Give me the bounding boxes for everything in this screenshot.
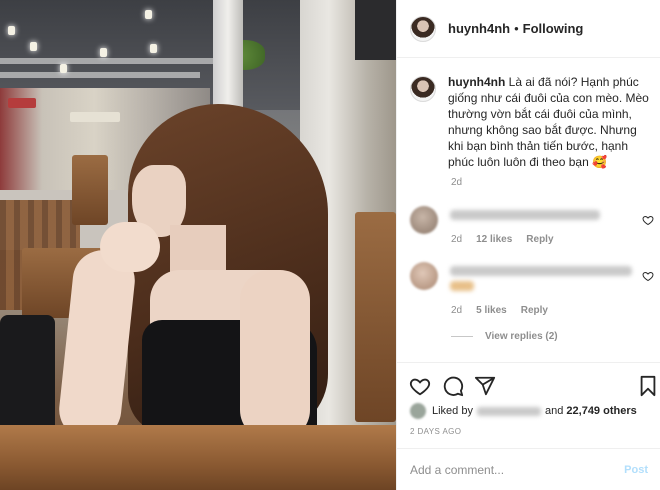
post-caption: huynh4nh Là ai đã nói? Hạnh phúc giống n… (410, 74, 654, 170)
comment-timestamp[interactable]: 2d (451, 234, 462, 245)
photo-ceiling-band (0, 58, 230, 64)
commenter-avatar[interactable] (410, 262, 438, 290)
following-button[interactable]: Following (523, 21, 584, 36)
comment-timestamp[interactable]: 2d (451, 305, 462, 316)
author-username[interactable]: huynh4nh (448, 21, 510, 36)
photo-light (100, 48, 107, 57)
liked-by-prefix: Liked by (432, 405, 473, 417)
photo-shop-sign (8, 98, 36, 108)
heart-icon[interactable] (642, 270, 654, 282)
photo-light (145, 10, 152, 19)
blurred-comment-text (450, 281, 474, 291)
post-photo[interactable] (0, 0, 396, 490)
view-replies-label: View replies (2) (485, 331, 558, 342)
photo-ceiling-band (0, 72, 200, 78)
caption-timestamp[interactable]: 2d (451, 177, 462, 188)
paper-plane-icon[interactable] (474, 375, 496, 397)
author-avatar[interactable] (410, 15, 436, 42)
post-action-bar (397, 362, 660, 408)
photo-table (0, 425, 396, 490)
heart-icon[interactable] (642, 214, 654, 226)
caption-text: Là ai đã nói? Hạnh phúc giống như cái đu… (448, 75, 649, 169)
photo-chair (355, 212, 396, 422)
blurred-comment-text (450, 266, 632, 276)
liked-by-summary: Liked by and 22,749 others (410, 403, 637, 419)
photo-wall-screen (355, 0, 396, 60)
photo-shop-sign (70, 112, 120, 122)
add-comment-input[interactable] (410, 462, 625, 477)
comment-likes[interactable]: 5 likes (476, 305, 507, 316)
header-separator: • (514, 21, 519, 36)
blurred-comment-text (450, 210, 600, 220)
photo-light (30, 42, 37, 51)
add-comment-bar: Post (397, 448, 660, 490)
post-date[interactable]: 2 DAYS AGO (410, 427, 461, 436)
comment-reply-button[interactable]: Reply (526, 234, 553, 245)
photo-light (8, 26, 15, 35)
photo-hands (100, 222, 160, 272)
photo-light (150, 44, 157, 53)
photo-chair (72, 155, 108, 225)
comment-meta: 2d 5 likes Reply (451, 305, 548, 316)
photo-light (60, 64, 67, 73)
blurred-liker-name[interactable] (476, 406, 541, 416)
post-side-panel: huynh4nh • Following huynh4nh Là ai đã n… (396, 0, 660, 490)
comment-likes[interactable]: 12 likes (476, 234, 512, 245)
view-replies-button[interactable]: View replies (2) (451, 331, 558, 342)
post-header: huynh4nh • Following (397, 0, 660, 58)
liker-avatar[interactable] (410, 403, 426, 419)
commenter-avatar[interactable] (410, 206, 438, 234)
post-comment-button[interactable]: Post (624, 464, 648, 476)
bookmark-icon[interactable] (637, 375, 659, 397)
caption-text-block: huynh4nh Là ai đã nói? Hạnh phúc giống n… (448, 74, 654, 170)
caption-username[interactable]: huynh4nh (448, 75, 505, 89)
comment-bubble-icon[interactable] (442, 375, 464, 397)
liked-by-count[interactable]: 22,749 others (566, 405, 636, 417)
liked-by-and: and (544, 405, 564, 417)
replies-divider-line (451, 336, 473, 337)
photo-arm (240, 270, 310, 440)
comment-reply-button[interactable]: Reply (521, 305, 548, 316)
heart-icon[interactable] (409, 375, 431, 397)
caption-author-avatar[interactable] (410, 76, 436, 102)
comment-meta: 2d 12 likes Reply (451, 234, 554, 245)
